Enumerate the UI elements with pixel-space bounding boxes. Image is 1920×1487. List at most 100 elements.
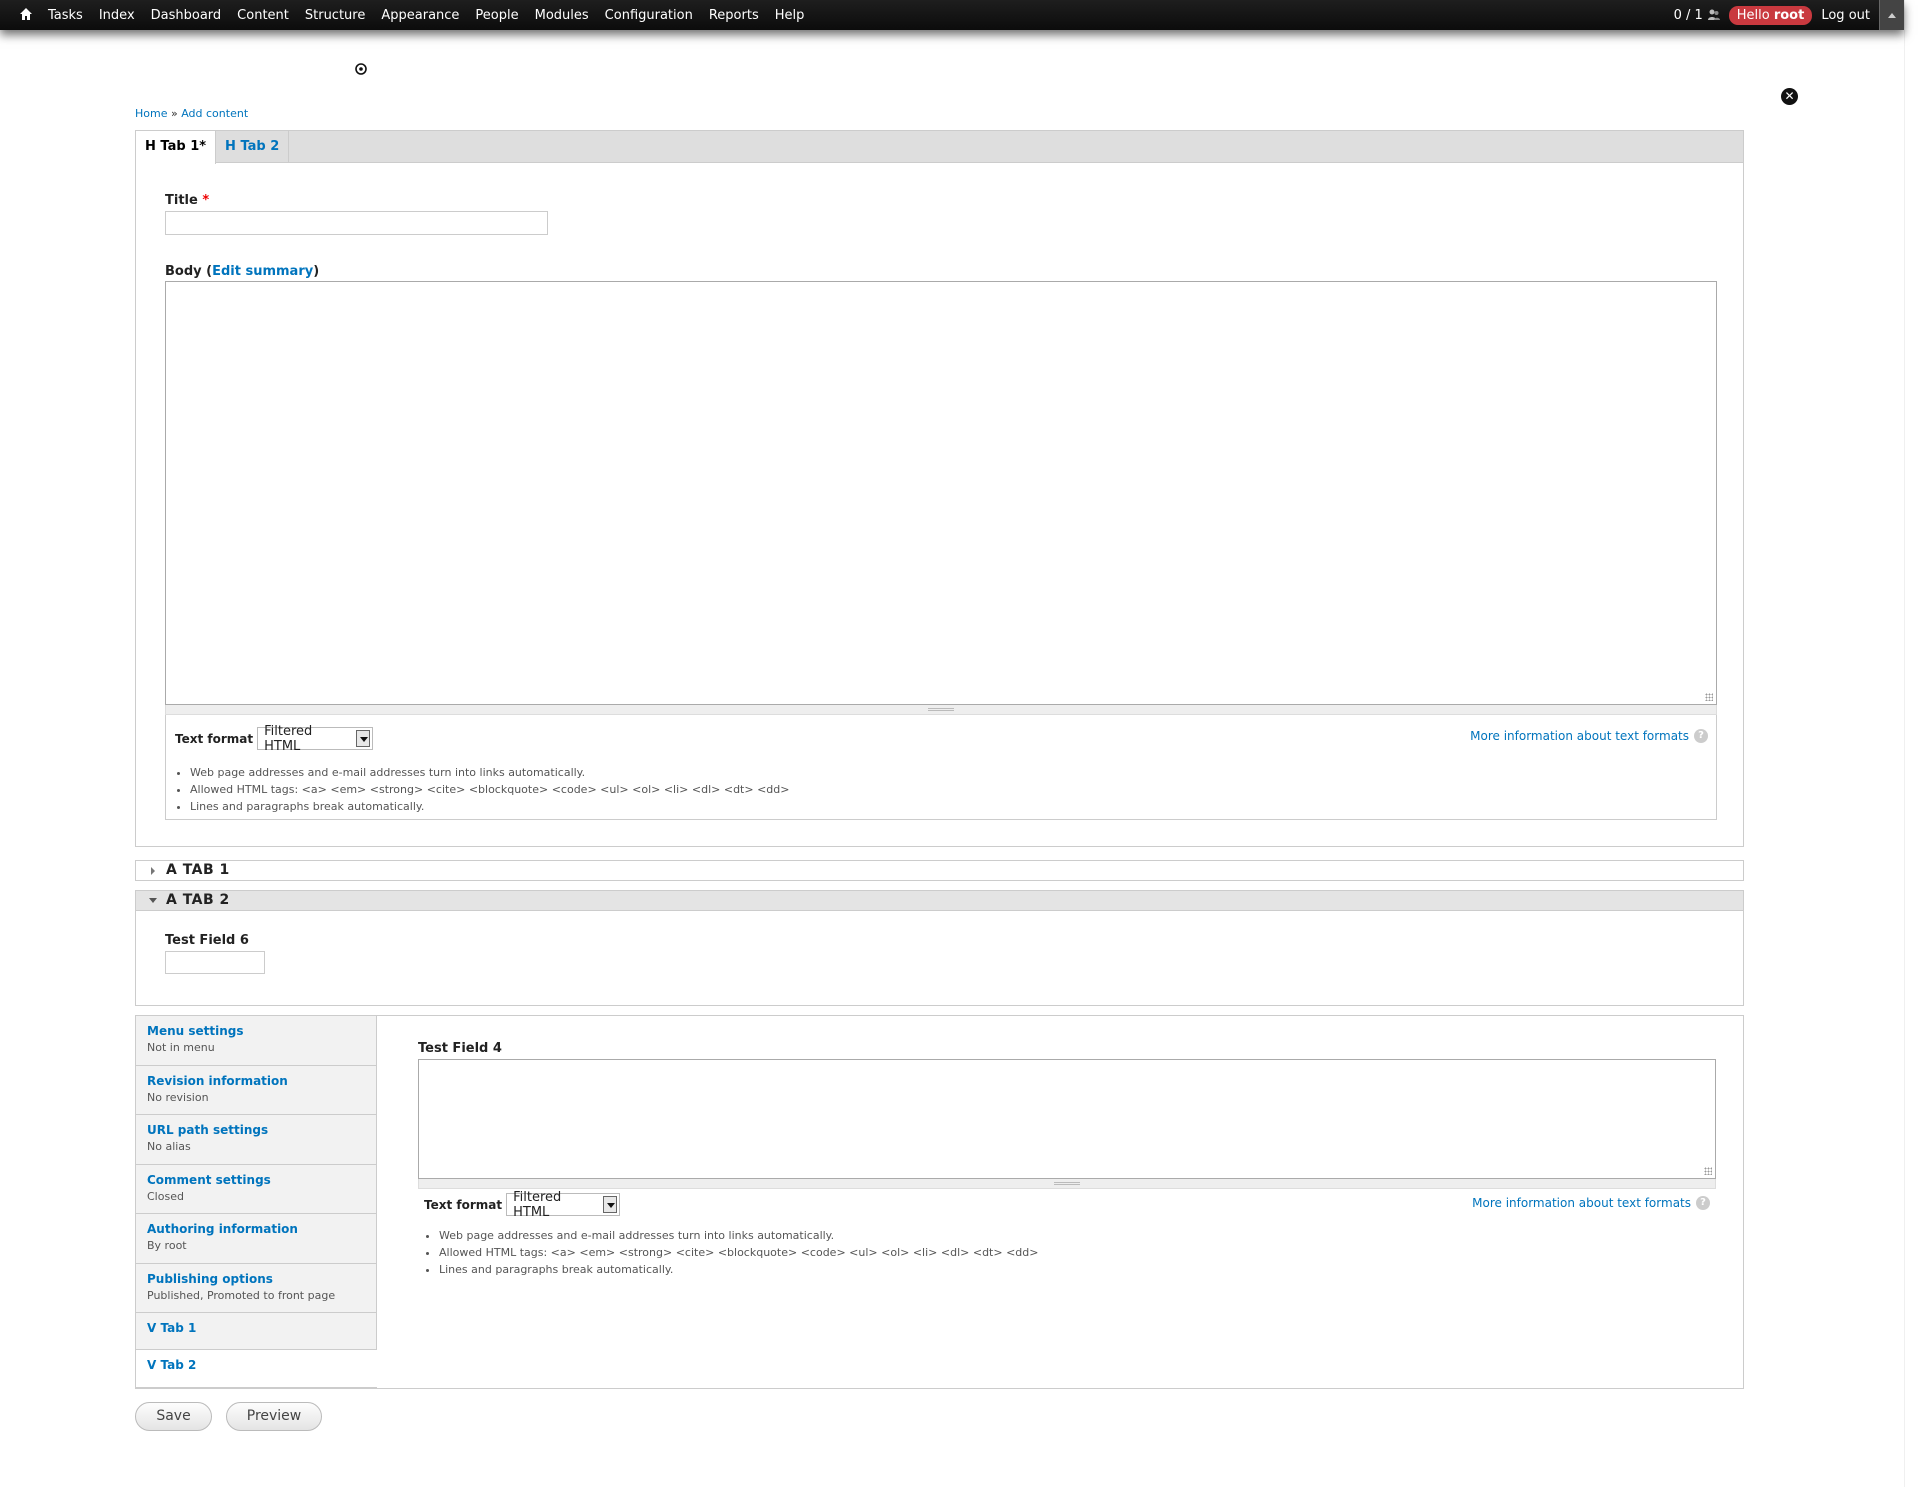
toolbar-item-tasks[interactable]: Tasks (48, 8, 83, 23)
logout-link[interactable]: Log out (1821, 8, 1870, 23)
filter-tips: Web page addresses and e-mail addresses … (424, 1227, 1038, 1278)
toolbar-menu: Tasks Index Dashboard Content Structure … (48, 0, 820, 30)
vertical-tabs: Menu settings Not in menu Revision infor… (135, 1015, 1744, 1389)
vtab-title: V Tab 2 (147, 1358, 197, 1372)
body-label-prefix: Body ( (165, 264, 213, 279)
caret-up-icon (1888, 12, 1896, 18)
toolbar-item-reports[interactable]: Reports (709, 8, 759, 23)
body-label-suffix: ) (313, 264, 320, 279)
toolbar-item-index[interactable]: Index (99, 8, 135, 23)
toolbar-item-modules[interactable]: Modules (535, 8, 589, 23)
toolbar-item-configuration[interactable]: Configuration (605, 8, 693, 23)
vtab-v-tab-2[interactable]: V Tab 2 (136, 1350, 377, 1388)
vtab-summary: No revision (147, 1090, 209, 1104)
text-format-row: Text format Filtered HTML (424, 1190, 621, 1220)
more-info-link[interactable]: More information about text formats (1472, 1196, 1691, 1210)
text-format-selected: Filtered HTML (264, 723, 313, 754)
toolbar-user-area: 0 / 1 Hello root Log out (1674, 0, 1904, 30)
hello-user-badge[interactable]: Hello root (1728, 5, 1813, 25)
select-arrow-icon (602, 1196, 618, 1213)
people-icon (1707, 9, 1720, 20)
save-button[interactable]: Save (135, 1402, 212, 1431)
vtab-menu-settings[interactable]: Menu settings Not in menu (136, 1016, 377, 1066)
test-field-4-resize-handle[interactable] (418, 1179, 1716, 1189)
accordion-section-2: A TAB 2 Test Field 6 (135, 890, 1744, 1006)
text-format-select[interactable]: Filtered HTML (506, 1190, 621, 1220)
more-info-link[interactable]: More information about text formats (1470, 729, 1689, 743)
vertical-tab-pane: Test Field 4 Text format Filtered HTML M… (377, 1016, 1743, 1388)
test-field-4-textarea[interactable] (418, 1059, 1716, 1179)
more-info-text-formats: More information about text formats ? (1472, 1196, 1710, 1210)
vtab-title: Comment settings (147, 1172, 271, 1187)
test-field-4-label: Test Field 4 (418, 1041, 502, 1056)
text-format-row: Text format Filtered HTML (175, 724, 374, 754)
toolbar-item-content[interactable]: Content (237, 8, 289, 23)
scrollbar-gutter (1904, 0, 1920, 1487)
accordion-title-1: A TAB 1 (166, 862, 230, 878)
vtab-title: V Tab 1 (147, 1321, 197, 1335)
filter-tip: Web page addresses and e-mail addresses … (190, 764, 789, 781)
help-icon[interactable]: ? (1694, 729, 1708, 743)
title-input[interactable] (165, 211, 548, 235)
toolbar-item-structure[interactable]: Structure (305, 8, 365, 23)
vtab-summary: No alias (147, 1140, 191, 1153)
triangle-right-icon (151, 867, 155, 875)
online-users-count: 0 / 1 (1673, 7, 1703, 23)
vtab-summary: Not in menu (147, 1041, 215, 1054)
vtab-title: Publishing options (147, 1271, 273, 1286)
triangle-down-icon (149, 898, 157, 903)
text-format-selected: Filtered HTML (513, 1189, 562, 1220)
resize-corner-icon (1704, 1167, 1712, 1175)
title-label-text: Title (165, 193, 198, 208)
breadcrumb-add-content-link[interactable]: Add content (181, 107, 248, 120)
vtab-title: Menu settings (147, 1024, 244, 1038)
vtab-comment-settings[interactable]: Comment settings Closed (136, 1164, 377, 1214)
grip-icon (1054, 1182, 1080, 1185)
test-field-4-text-format-wrapper: Text format Filtered HTML More informati… (418, 1189, 1716, 1279)
horizontal-tabs: H Tab 1* H Tab 2 Title * Body (Edit summ… (135, 130, 1744, 847)
vtab-publishing-options[interactable]: Publishing options Published, Promoted t… (136, 1263, 377, 1313)
resize-corner-icon (1705, 693, 1713, 701)
crosshair-icon (355, 63, 367, 75)
body-text-format-wrapper: Text format Filtered HTML More informati… (165, 715, 1717, 820)
toolbar-drawer-toggle[interactable] (1879, 0, 1904, 30)
htab-1[interactable]: H Tab 1* (136, 131, 217, 164)
toolbar-item-dashboard[interactable]: Dashboard (151, 8, 222, 23)
accordion-header-2[interactable]: A TAB 2 (136, 891, 1743, 911)
vtab-v-tab-1[interactable]: V Tab 1 (136, 1313, 377, 1350)
text-format-select[interactable]: Filtered HTML (257, 724, 374, 754)
more-info-text-formats: More information about text formats ? (1470, 729, 1708, 743)
toolbar-item-appearance[interactable]: Appearance (381, 8, 459, 23)
hello-username: root (1773, 7, 1805, 23)
home-icon[interactable] (19, 7, 33, 21)
test-field-6-input[interactable] (165, 951, 265, 974)
filter-tip: Web page addresses and e-mail addresses … (439, 1227, 1038, 1244)
preview-button[interactable]: Preview (226, 1402, 322, 1431)
body-textarea[interactable] (165, 281, 1717, 705)
accordion-header-1[interactable]: A TAB 1 (136, 861, 230, 880)
body-resize-handle[interactable] (165, 705, 1717, 715)
help-icon[interactable]: ? (1696, 1196, 1710, 1210)
vtab-url-path-settings[interactable]: URL path settings No alias (136, 1115, 377, 1165)
vtab-title: Revision information (147, 1073, 288, 1088)
vtab-summary: Closed (147, 1189, 184, 1203)
toolbar-item-help[interactable]: Help (775, 8, 805, 23)
filter-tip: Allowed HTML tags: <a> <em> <strong> <ci… (439, 1244, 1038, 1261)
vtab-authoring-information[interactable]: Authoring information By root (136, 1214, 377, 1264)
filter-tip: Lines and paragraphs break automatically… (190, 798, 789, 815)
edit-summary-link[interactable]: Edit summary (212, 264, 313, 279)
required-marker: * (202, 193, 210, 208)
close-icon[interactable]: ✕ (1781, 88, 1798, 105)
grip-icon (928, 708, 954, 711)
hello-prefix: Hello (1736, 7, 1770, 23)
htab-2[interactable]: H Tab 2 (216, 131, 290, 163)
vtab-revision-information[interactable]: Revision information No revision (136, 1065, 377, 1115)
vtab-title: Authoring information (147, 1222, 298, 1236)
breadcrumb-home-link[interactable]: Home (135, 107, 167, 120)
title-label: Title * (165, 193, 209, 208)
horizontal-tab-bar: H Tab 1* H Tab 2 (136, 131, 1743, 164)
breadcrumb: Home » Add content (135, 107, 248, 120)
filter-tip: Lines and paragraphs break automatically… (439, 1261, 1038, 1278)
toolbar-item-people[interactable]: People (475, 8, 518, 23)
filter-tips: Web page addresses and e-mail addresses … (175, 764, 789, 815)
